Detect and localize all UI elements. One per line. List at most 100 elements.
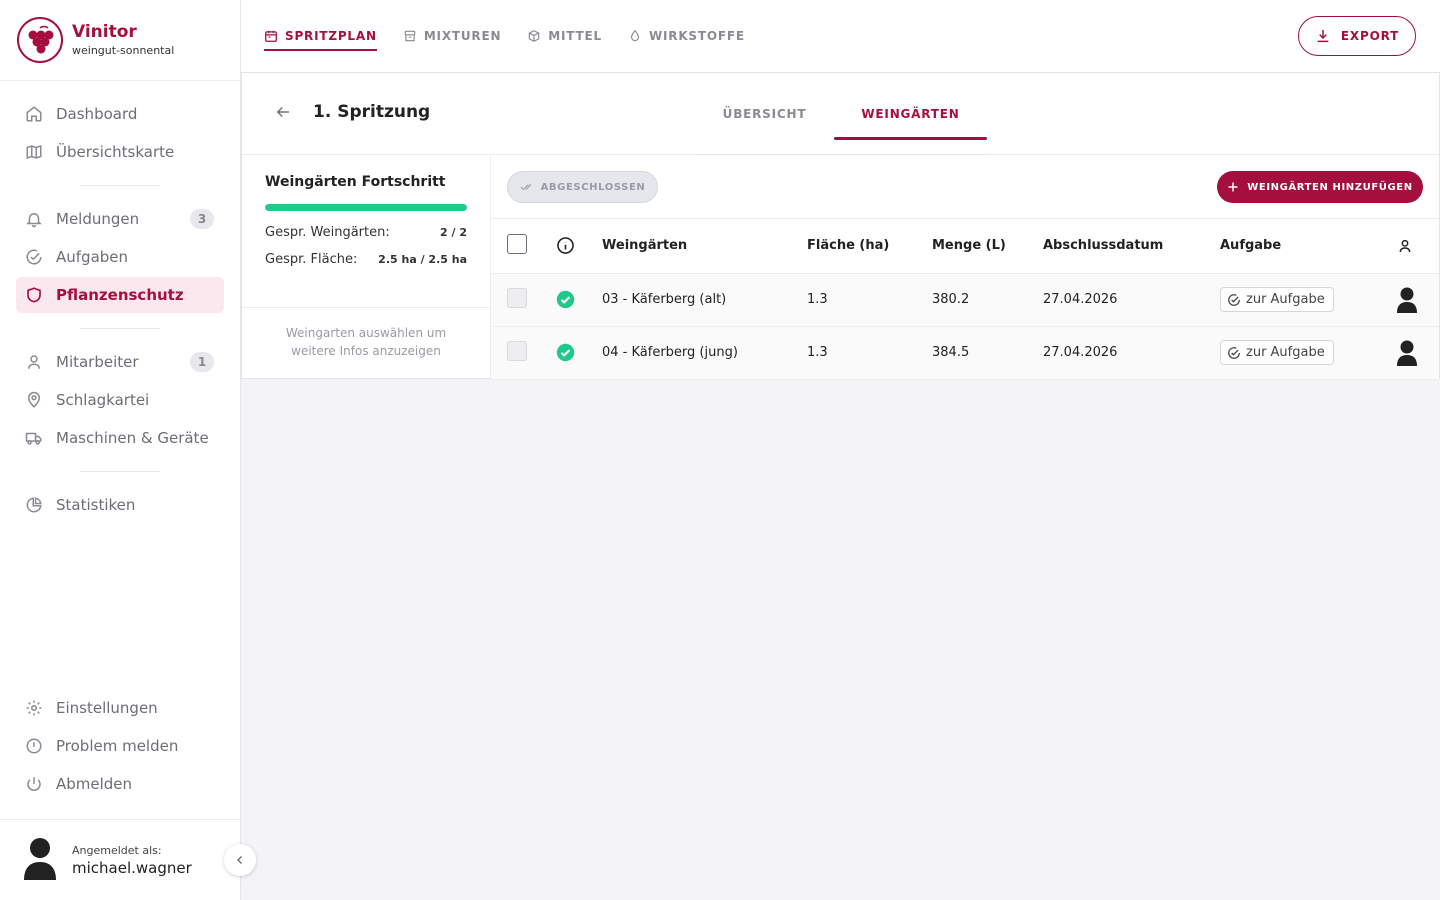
bell-icon	[24, 209, 44, 229]
page-title: 1. Spritzung	[313, 102, 431, 122]
tab-mixturen[interactable]: MIXTUREN	[403, 0, 501, 72]
status-done-icon	[556, 290, 602, 309]
check-circle-icon	[1227, 293, 1241, 307]
export-button[interactable]: EXPORT	[1298, 16, 1416, 56]
vineyard-area: 1.3	[807, 326, 932, 380]
table-header-row: Weingärten Fläche (ha) Menge (L) Abschlu…	[491, 219, 1439, 274]
selection-hint: Weingarten auswählen um weitere Infos an…	[285, 326, 447, 358]
vineyards-table: Weingärten Fläche (ha) Menge (L) Abschlu…	[491, 219, 1439, 380]
progress-title: Weingärten Fortschritt	[265, 174, 446, 190]
sidebar-item-dashboard[interactable]: Dashboard	[16, 96, 224, 132]
sidebar-item-schlagkartei[interactable]: Schlagkartei	[16, 382, 224, 418]
assignee-column-icon	[1397, 238, 1439, 254]
sidebar-item-label: Problem melden	[56, 737, 179, 755]
user-icon	[24, 352, 44, 372]
avatar[interactable]	[1397, 287, 1439, 313]
count-badge: 3	[190, 209, 214, 229]
row-checkbox[interactable]	[507, 287, 527, 308]
top-bar: SPRITZPLAN MIXTUREN MITTEL WIRKSTOFFE EX…	[241, 0, 1440, 72]
column-header[interactable]: Fläche (ha)	[807, 219, 932, 274]
divider	[80, 328, 160, 329]
tab-label: MITTEL	[548, 29, 602, 43]
grape-logo-icon	[17, 17, 63, 63]
sidebar-bottom-nav: Einstellungen Problem melden Abmelden	[16, 690, 224, 804]
status-done-icon	[556, 343, 602, 362]
sidebar-item-label: Übersichtskarte	[56, 143, 175, 161]
top-tabs: SPRITZPLAN MIXTUREN MITTEL WIRKSTOFFE	[264, 0, 771, 72]
sidebar-item-aufgaben[interactable]: Aufgaben	[16, 239, 224, 275]
check-circle-icon	[1227, 346, 1241, 360]
sidebar-item-einstellungen[interactable]: Einstellungen	[16, 690, 224, 726]
sidebar-item-statistiken[interactable]: Statistiken	[16, 487, 224, 523]
plus-icon	[1227, 181, 1239, 193]
table-row[interactable]: 04 - Käferberg (jung) 1.3 384.5 27.04.20…	[491, 326, 1439, 380]
pie-chart-icon	[24, 495, 44, 515]
droplet-icon	[628, 29, 642, 43]
vineyard-name: 04 - Käferberg (jung)	[602, 326, 807, 380]
detail-tabs: ÜBERSICHT WEINGÄRTEN	[695, 73, 987, 155]
completion-date: 27.04.2026	[1043, 326, 1220, 380]
spritzung-detail-card: 1. Spritzung ÜBERSICHT WEINGÄRTEN Weingä…	[241, 72, 1440, 380]
sidebar-item-label: Aufgaben	[56, 248, 129, 266]
column-header[interactable]: Menge (L)	[932, 219, 1043, 274]
divider	[80, 185, 160, 186]
export-label: EXPORT	[1340, 29, 1400, 43]
tab-wirkstoffe[interactable]: WIRKSTOFFE	[628, 0, 745, 72]
download-icon	[1315, 28, 1331, 44]
user-label: Angemeldet als:	[72, 843, 162, 857]
go-to-task-button[interactable]: zur Aufgabe	[1220, 287, 1334, 312]
column-header[interactable]: Abschlussdatum	[1043, 219, 1220, 274]
box-icon	[527, 29, 541, 43]
sidebar-item-label: Abmelden	[56, 775, 133, 793]
table-toolbar: ABGESCHLOSSEN WEINGÄRTEN HINZUFÜGEN	[491, 155, 1439, 219]
mark-done-button[interactable]: ABGESCHLOSSEN	[507, 171, 658, 203]
tab-spritzplan[interactable]: SPRITZPLAN	[264, 0, 377, 72]
sidebar-item-label: Maschinen & Geräte	[56, 429, 209, 447]
brand[interactable]: Vinitor weingut-sonnental	[0, 0, 240, 81]
chevron-left-icon	[234, 854, 246, 866]
sidebar-item-pflanzenschutz[interactable]: Pflanzenschutz	[16, 277, 224, 313]
tab-uebersicht[interactable]: ÜBERSICHT	[695, 73, 834, 155]
sidebar-item-label: Schlagkartei	[56, 391, 150, 409]
user-name: michael.wagner	[72, 858, 192, 877]
stat-row: Gespr. Weingärten: 2 / 2	[265, 225, 467, 240]
sidebar-item-problem-melden[interactable]: Problem melden	[16, 728, 224, 764]
add-vineyards-label: WEINGÄRTEN HINZUFÜGEN	[1247, 181, 1413, 193]
sidebar-item-label: Pflanzenschutz	[56, 286, 184, 304]
progress-bar	[265, 204, 467, 211]
row-checkbox[interactable]	[507, 340, 527, 361]
double-check-icon	[520, 181, 534, 193]
sidebar-item-label: Mitarbeiter	[56, 353, 139, 371]
add-vineyards-button[interactable]: WEINGÄRTEN HINZUFÜGEN	[1217, 171, 1423, 203]
go-to-task-label: zur Aufgabe	[1246, 292, 1325, 307]
vineyard-area: 1.3	[807, 273, 932, 327]
brand-subtitle: weingut-sonnental	[72, 43, 175, 57]
user-info: Angemeldet als: michael.wagner	[0, 819, 240, 900]
sidebar-item-mitarbeiter[interactable]: Mitarbeiter 1	[16, 344, 224, 380]
alert-circle-icon	[24, 736, 44, 756]
power-icon	[24, 774, 44, 794]
go-to-task-label: zur Aufgabe	[1246, 345, 1325, 360]
sidebar-item-abmelden[interactable]: Abmelden	[16, 766, 224, 802]
tab-mittel[interactable]: MITTEL	[527, 0, 602, 72]
column-header[interactable]: Weingärten	[602, 219, 807, 274]
avatar	[24, 836, 56, 884]
stat-label: Gespr. Fläche:	[265, 252, 358, 267]
back-arrow-icon[interactable]	[274, 103, 292, 121]
sidebar-item-meldungen[interactable]: Meldungen 3	[16, 201, 224, 237]
collapse-sidebar-button[interactable]	[224, 844, 256, 876]
sidebar-item-uebersichtskarte[interactable]: Übersichtskarte	[16, 134, 224, 170]
gear-icon	[24, 698, 44, 718]
tab-weingaerten[interactable]: WEINGÄRTEN	[834, 73, 987, 155]
go-to-task-button[interactable]: zur Aufgabe	[1220, 340, 1334, 365]
stat-row: Gespr. Fläche: 2.5 ha / 2.5 ha	[265, 252, 467, 267]
tab-label: WIRKSTOFFE	[648, 29, 745, 43]
column-header[interactable]: Aufgabe	[1220, 219, 1379, 274]
map-pin-icon	[24, 390, 44, 410]
sidebar-item-maschinen[interactable]: Maschinen & Geräte	[16, 420, 224, 456]
home-icon	[24, 104, 44, 124]
avatar[interactable]	[1397, 340, 1439, 366]
select-all-checkbox[interactable]	[507, 233, 527, 254]
table-row[interactable]: 03 - Käferberg (alt) 1.3 380.2 27.04.202…	[491, 273, 1439, 327]
completion-date: 27.04.2026	[1043, 273, 1220, 327]
